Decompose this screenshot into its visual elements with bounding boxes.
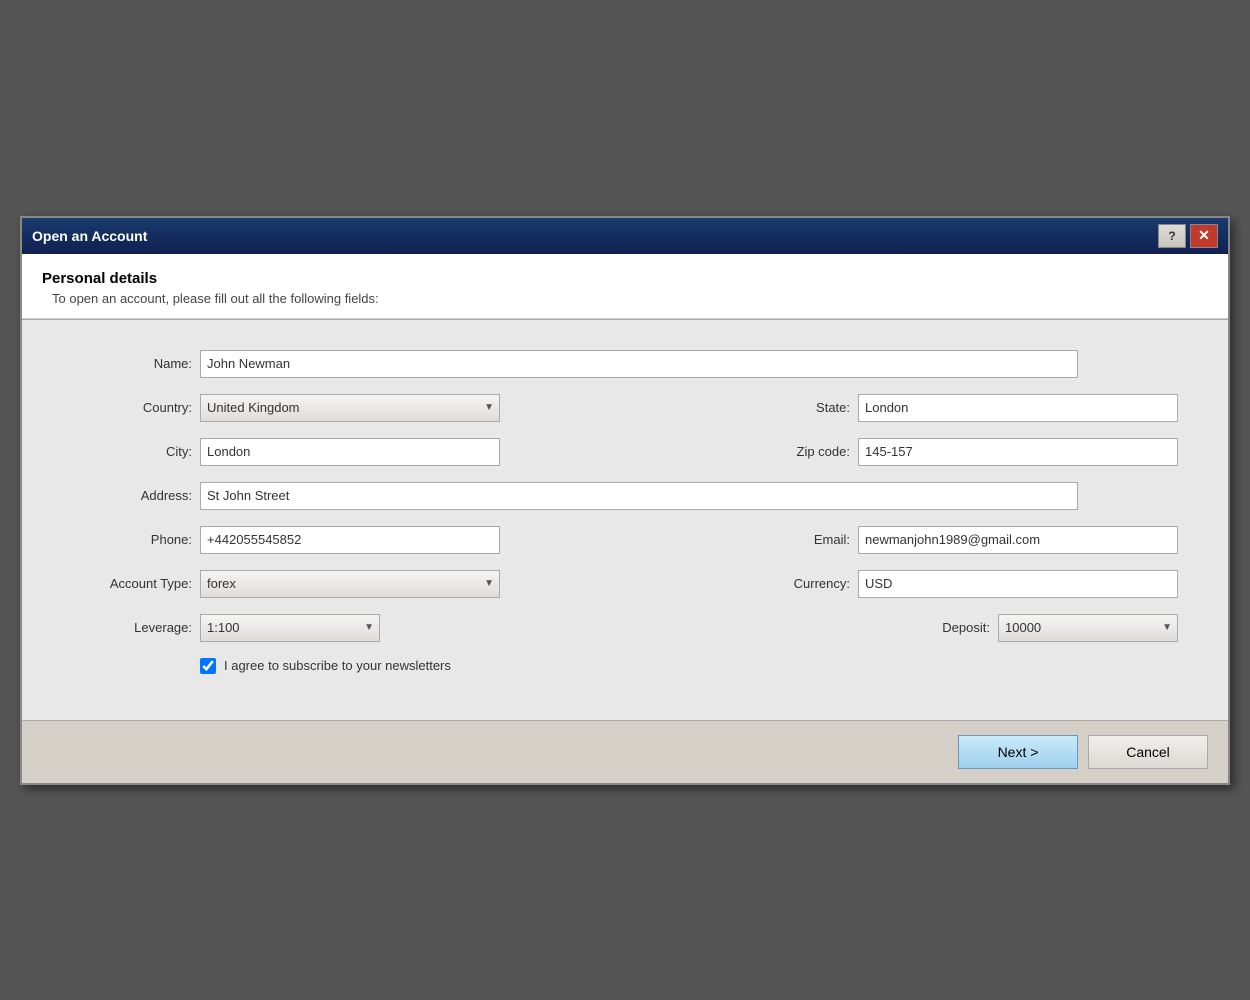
- newsletter-checkbox[interactable]: [200, 658, 216, 674]
- personal-details-subtitle: To open an account, please fill out all …: [42, 291, 1208, 306]
- form-area: Name: Country: United Kingdom United Sta…: [22, 319, 1228, 720]
- city-label: City:: [72, 444, 192, 459]
- personal-details-title: Personal details: [42, 270, 1208, 287]
- deposit-select[interactable]: 10000 5000 25000 50000: [998, 614, 1178, 642]
- phone-input[interactable]: [200, 526, 500, 554]
- newsletter-checkbox-row: I agree to subscribe to your newsletters: [72, 658, 1178, 674]
- account-currency-row: Account Type: forex cfd crypto ▼ Currenc…: [72, 570, 1178, 598]
- deposit-select-wrapper: 10000 5000 25000 50000 ▼: [998, 614, 1178, 642]
- account-type-group: Account Type: forex cfd crypto ▼: [72, 570, 500, 598]
- deposit-label: Deposit:: [942, 620, 990, 635]
- state-label: State:: [816, 400, 850, 415]
- leverage-select[interactable]: 1:100 1:200 1:500: [200, 614, 380, 642]
- address-input[interactable]: [200, 482, 1078, 510]
- city-group: City:: [72, 438, 500, 466]
- state-group: State:: [816, 394, 1178, 422]
- dialog-content: Personal details To open an account, ple…: [22, 254, 1228, 720]
- address-label: Address:: [72, 488, 192, 503]
- country-select-wrapper: United Kingdom United States Germany Fra…: [200, 394, 500, 422]
- open-account-dialog: Open an Account ? ✕ Personal details To …: [20, 216, 1230, 785]
- country-group: Country: United Kingdom United States Ge…: [72, 394, 500, 422]
- name-input[interactable]: [200, 350, 1078, 378]
- title-bar-buttons: ? ✕: [1158, 224, 1218, 248]
- country-select[interactable]: United Kingdom United States Germany Fra…: [200, 394, 500, 422]
- cancel-button[interactable]: Cancel: [1088, 735, 1208, 769]
- dialog-title: Open an Account: [32, 228, 147, 244]
- state-input[interactable]: [858, 394, 1178, 422]
- name-row: Name:: [72, 350, 1178, 378]
- personal-details-header: Personal details To open an account, ple…: [22, 254, 1228, 319]
- currency-group: Currency:: [794, 570, 1178, 598]
- email-group: Email:: [814, 526, 1178, 554]
- zip-input[interactable]: [858, 438, 1178, 466]
- country-label: Country:: [72, 400, 192, 415]
- leverage-group: Leverage: 1:100 1:200 1:500 ▼: [72, 614, 380, 642]
- zip-label: Zip code:: [797, 444, 850, 459]
- leverage-select-wrapper: 1:100 1:200 1:500 ▼: [200, 614, 380, 642]
- title-bar: Open an Account ? ✕: [22, 218, 1228, 254]
- phone-label: Phone:: [72, 532, 192, 547]
- currency-label: Currency:: [794, 576, 850, 591]
- account-type-select[interactable]: forex cfd crypto: [200, 570, 500, 598]
- phone-group: Phone:: [72, 526, 500, 554]
- bottom-bar: Next > Cancel: [22, 720, 1228, 783]
- close-button[interactable]: ✕: [1190, 224, 1218, 248]
- help-button[interactable]: ?: [1158, 224, 1186, 248]
- next-button[interactable]: Next >: [958, 735, 1078, 769]
- zip-group: Zip code:: [797, 438, 1178, 466]
- account-type-label: Account Type:: [72, 576, 192, 591]
- newsletter-checkbox-label: I agree to subscribe to your newsletters: [224, 658, 451, 673]
- country-state-row: Country: United Kingdom United States Ge…: [72, 394, 1178, 422]
- account-type-select-wrapper: forex cfd crypto ▼: [200, 570, 500, 598]
- leverage-label: Leverage:: [72, 620, 192, 635]
- city-input[interactable]: [200, 438, 500, 466]
- email-input[interactable]: [858, 526, 1178, 554]
- leverage-deposit-row: Leverage: 1:100 1:200 1:500 ▼ Deposit:: [72, 614, 1178, 642]
- city-zip-row: City: Zip code:: [72, 438, 1178, 466]
- name-label: Name:: [72, 356, 192, 371]
- phone-email-row: Phone: Email:: [72, 526, 1178, 554]
- email-label: Email:: [814, 532, 850, 547]
- currency-input[interactable]: [858, 570, 1178, 598]
- address-row: Address:: [72, 482, 1178, 510]
- deposit-group: Deposit: 10000 5000 25000 50000 ▼: [942, 614, 1178, 642]
